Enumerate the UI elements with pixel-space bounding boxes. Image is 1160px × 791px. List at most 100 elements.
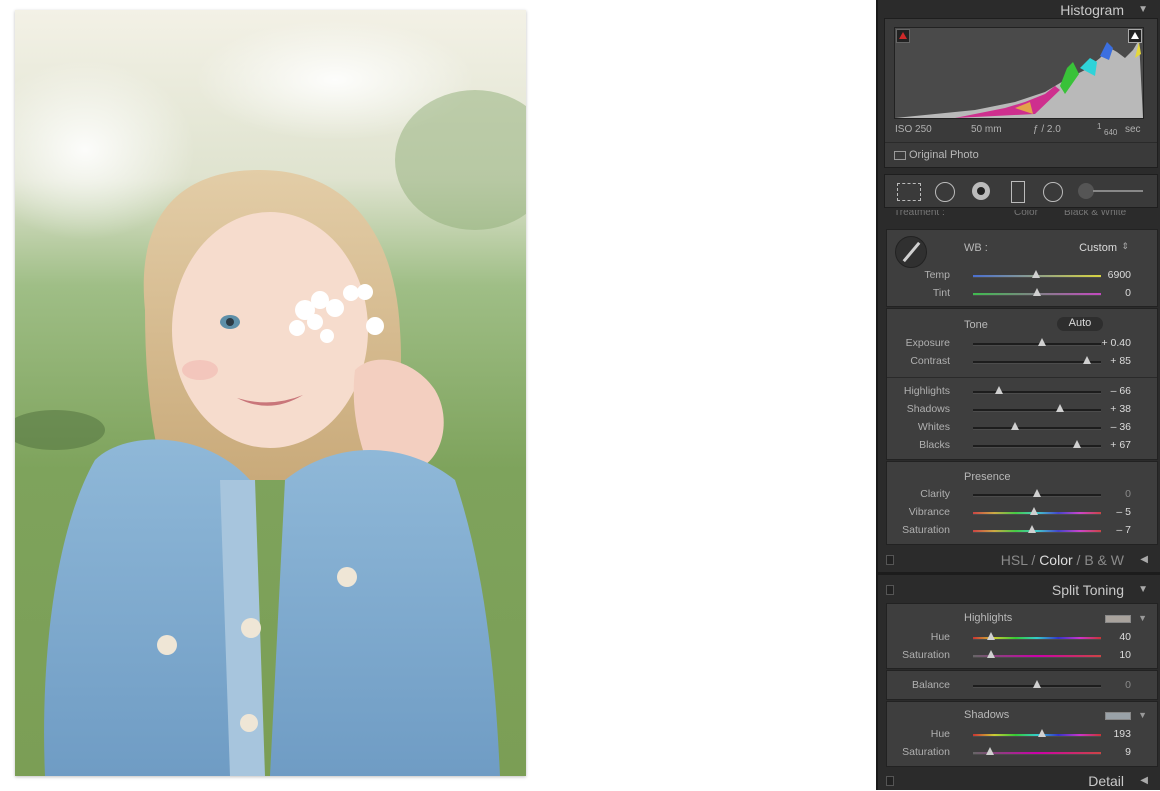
treatment-color-option[interactable]: Color bbox=[1014, 210, 1038, 218]
blacks-value[interactable]: + 67 bbox=[1110, 439, 1131, 451]
sh-saturation-value[interactable]: 9 bbox=[1125, 746, 1131, 758]
detail-title: Detail bbox=[1088, 773, 1124, 789]
shutter-unit: sec bbox=[1125, 124, 1141, 135]
wb-preset-select[interactable]: Custom bbox=[1079, 242, 1117, 254]
histogram-graph[interactable] bbox=[894, 27, 1144, 119]
panel-switch-icon[interactable] bbox=[886, 776, 894, 786]
sh-saturation-label: Saturation bbox=[902, 746, 950, 758]
expand-icon[interactable]: ◀ bbox=[1140, 775, 1148, 786]
shadows-value[interactable]: + 38 bbox=[1110, 403, 1131, 415]
whites-slider-thumb[interactable] bbox=[1011, 422, 1020, 430]
exposure-slider-thumb[interactable] bbox=[1038, 338, 1047, 346]
tint-label: Tint bbox=[932, 287, 950, 299]
crop-overlay-icon[interactable] bbox=[897, 183, 921, 201]
shadows-slider[interactable] bbox=[973, 404, 1101, 412]
balance-value[interactable]: 0 bbox=[1125, 679, 1131, 691]
vibrance-slider-thumb[interactable] bbox=[1030, 507, 1039, 515]
partial-treatment-row: Treatment : Color Black & White bbox=[884, 210, 1158, 220]
highlights-color-swatch[interactable] bbox=[1105, 615, 1131, 623]
temp-slider[interactable] bbox=[973, 270, 1101, 278]
clarity-slider[interactable] bbox=[973, 489, 1101, 497]
treatment-label: Treatment : bbox=[894, 210, 945, 218]
temp-slider-thumb[interactable] bbox=[1031, 270, 1040, 278]
tint-slider-thumb[interactable] bbox=[1033, 288, 1041, 296]
split-toning-header[interactable]: Split Toning ▼ bbox=[878, 580, 1160, 600]
exposure-label: Exposure bbox=[905, 337, 950, 349]
hl-saturation-slider-thumb[interactable] bbox=[986, 650, 995, 658]
collapse-icon[interactable]: ▼ bbox=[1138, 4, 1148, 15]
radial-filter-icon[interactable] bbox=[1043, 182, 1063, 202]
hl-hue-slider-thumb[interactable] bbox=[986, 632, 995, 640]
highlights-slider[interactable] bbox=[973, 386, 1101, 394]
tint-slider[interactable] bbox=[973, 288, 1101, 296]
blacks-label: Blacks bbox=[919, 439, 950, 451]
sh-saturation-slider-thumb[interactable] bbox=[985, 747, 994, 755]
color-tab[interactable]: Color bbox=[1039, 552, 1072, 568]
saturation-slider-thumb[interactable] bbox=[1027, 525, 1036, 533]
split-shadows-label: Shadows bbox=[964, 709, 1010, 721]
collapse-icon[interactable]: ▼ bbox=[1138, 584, 1148, 595]
whites-slider[interactable] bbox=[973, 422, 1101, 430]
contrast-value[interactable]: + 85 bbox=[1110, 355, 1131, 367]
contrast-slider[interactable] bbox=[973, 356, 1101, 364]
chevron-down-icon[interactable]: ▼ bbox=[1138, 710, 1147, 720]
sh-hue-slider-thumb[interactable] bbox=[1038, 729, 1047, 737]
original-photo-checkbox[interactable] bbox=[894, 151, 906, 160]
shadows-color-swatch[interactable] bbox=[1105, 712, 1131, 720]
temp-value[interactable]: 6900 bbox=[1108, 269, 1131, 281]
brush-size-slider[interactable] bbox=[1093, 190, 1143, 192]
balance-label: Balance bbox=[912, 679, 950, 691]
clarity-value[interactable]: 0 bbox=[1125, 488, 1131, 500]
histogram-panel: ISO 250 50 mm ƒ / 2.0 1 640 sec Original… bbox=[884, 18, 1158, 168]
saturation-value[interactable]: – 7 bbox=[1116, 524, 1131, 536]
blacks-slider[interactable] bbox=[973, 440, 1101, 448]
hsl-header[interactable]: HSL / Color / B & W ◀ bbox=[878, 550, 1160, 570]
expand-icon[interactable]: ◀ bbox=[1140, 554, 1148, 565]
blacks-slider-thumb[interactable] bbox=[1072, 440, 1081, 448]
eyedropper-icon[interactable] bbox=[895, 236, 927, 268]
red-eye-icon[interactable] bbox=[972, 182, 990, 200]
hl-saturation-slider[interactable] bbox=[973, 650, 1101, 658]
hl-saturation-value[interactable]: 10 bbox=[1119, 649, 1131, 661]
hl-hue-slider[interactable] bbox=[973, 632, 1101, 640]
spot-removal-icon[interactable] bbox=[935, 182, 955, 202]
sh-saturation-slider[interactable] bbox=[973, 747, 1101, 755]
chevron-down-icon[interactable]: ▼ bbox=[1138, 613, 1147, 623]
sh-hue-slider[interactable] bbox=[973, 729, 1101, 737]
clarity-label: Clarity bbox=[920, 488, 950, 500]
sh-hue-value[interactable]: 193 bbox=[1113, 728, 1131, 740]
iso-readout: ISO 250 bbox=[895, 124, 932, 135]
panel-switch-icon[interactable] bbox=[886, 585, 894, 595]
hsl-tab[interactable]: HSL bbox=[1001, 552, 1028, 568]
updown-icon: ⇕ bbox=[1121, 241, 1129, 251]
vibrance-slider[interactable] bbox=[973, 507, 1101, 515]
highlight-clipping-icon[interactable] bbox=[1128, 29, 1142, 43]
treatment-bw-option[interactable]: Black & White bbox=[1064, 210, 1126, 218]
balance-slider-thumb[interactable] bbox=[1033, 680, 1041, 688]
shadow-clipping-icon[interactable] bbox=[896, 29, 910, 43]
graduated-filter-icon[interactable] bbox=[1011, 181, 1025, 203]
balance-slider[interactable] bbox=[973, 680, 1101, 688]
auto-tone-button[interactable]: Auto bbox=[1057, 317, 1103, 331]
exposure-value[interactable]: + 0.40 bbox=[1102, 337, 1132, 349]
clarity-slider-thumb[interactable] bbox=[1033, 489, 1041, 497]
exposure-slider[interactable] bbox=[973, 338, 1101, 346]
develop-panel: Histogram ▼ ISO 250 50 mm ƒ / 2.0 1 640 … bbox=[876, 0, 1160, 790]
highlights-slider-thumb[interactable] bbox=[994, 386, 1003, 394]
saturation-slider[interactable] bbox=[973, 525, 1101, 533]
highlights-value[interactable]: – 66 bbox=[1111, 385, 1131, 397]
tint-value[interactable]: 0 bbox=[1125, 287, 1131, 299]
hsl-tabs: HSL / Color / B & W bbox=[1001, 552, 1124, 568]
histogram-header[interactable]: Histogram ▼ bbox=[878, 0, 1160, 20]
adjustment-brush-icon[interactable] bbox=[1078, 183, 1094, 199]
panel-switch-icon[interactable] bbox=[886, 555, 894, 565]
shadows-slider-thumb[interactable] bbox=[1056, 404, 1065, 412]
bw-tab[interactable]: B & W bbox=[1084, 552, 1124, 568]
hl-hue-value[interactable]: 40 bbox=[1119, 631, 1131, 643]
hl-saturation-label: Saturation bbox=[902, 649, 950, 661]
photo-preview[interactable] bbox=[15, 10, 526, 776]
vibrance-value[interactable]: – 5 bbox=[1116, 506, 1131, 518]
detail-header[interactable]: Detail ◀ bbox=[878, 771, 1160, 791]
whites-value[interactable]: – 36 bbox=[1111, 421, 1131, 433]
contrast-slider-thumb[interactable] bbox=[1082, 356, 1091, 364]
